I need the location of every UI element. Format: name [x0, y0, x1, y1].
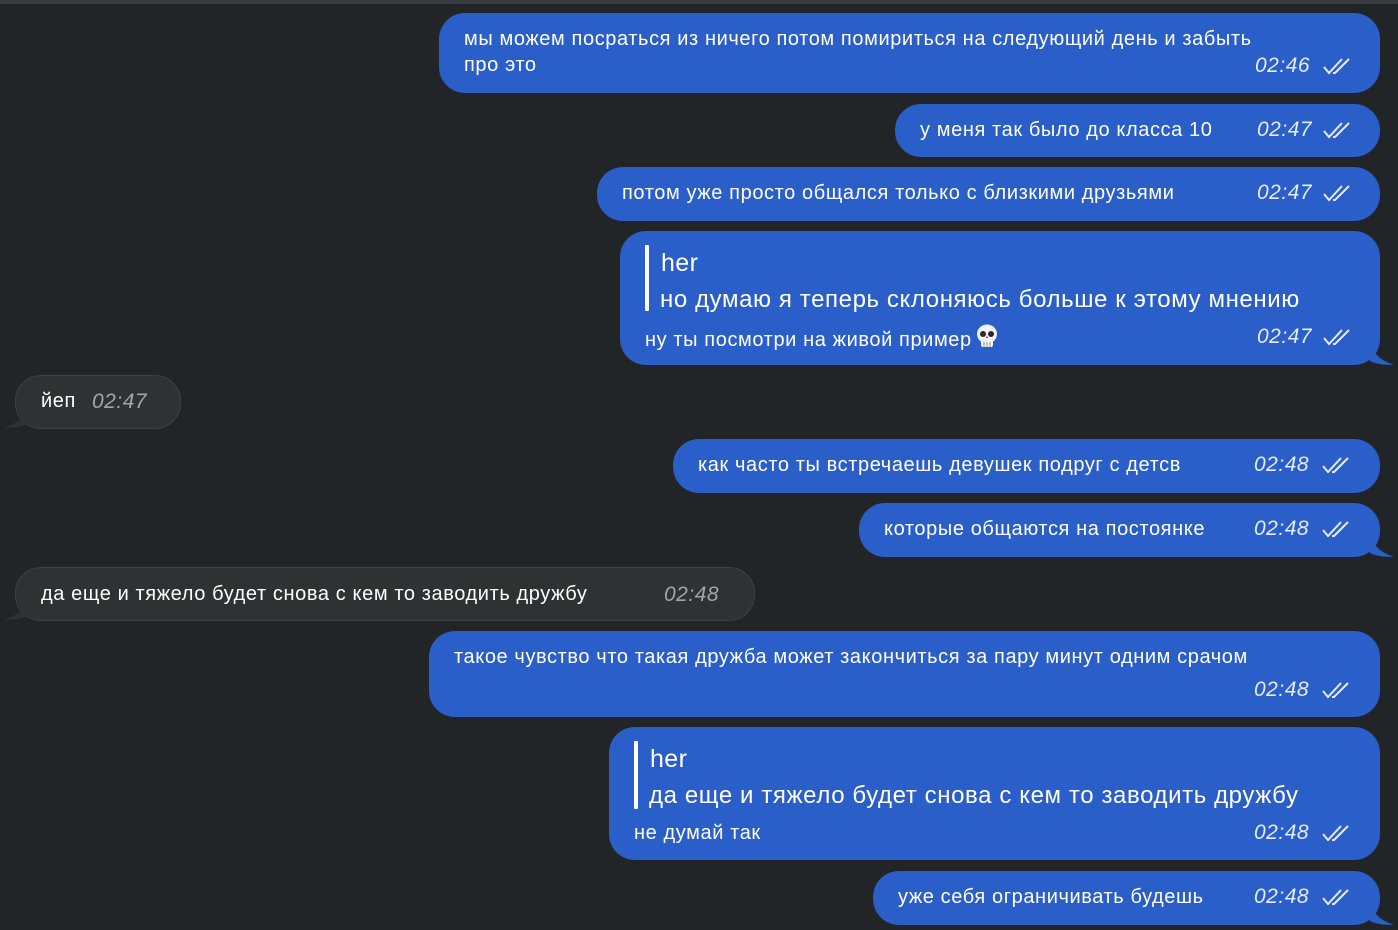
message-time: 02:47	[92, 390, 148, 413]
message-text: потом уже просто общался только с близки…	[622, 182, 1175, 204]
double-check-icon	[1323, 185, 1350, 202]
message-text: как часто ты встречаешь девушек подруг с…	[698, 454, 1181, 476]
message-time: 02:48	[1254, 678, 1310, 701]
reply-author: her	[650, 745, 688, 773]
message-outgoing[interactable]: уже себя ограничивать будешь 02:48	[873, 871, 1380, 925]
message-time: 02:48	[1254, 885, 1310, 908]
message-text: про это	[464, 54, 537, 76]
bubble-tail	[4, 406, 28, 428]
double-check-icon	[1323, 58, 1350, 75]
bubble-tail	[1370, 535, 1394, 557]
message-text: у меня так было до класса 10	[920, 119, 1213, 141]
double-check-icon	[1322, 682, 1349, 699]
reply-quote-bar	[634, 741, 638, 809]
bubble-tail	[4, 598, 28, 620]
message-time: 02:48	[664, 583, 720, 606]
message-time: 02:48	[1254, 821, 1310, 844]
message-incoming[interactable]: йеп 02:47	[15, 375, 181, 429]
message-outgoing[interactable]: которые общаются на постоянке 02:48	[859, 503, 1380, 557]
reply-author: her	[661, 249, 699, 277]
message-outgoing[interactable]: такое чувство что такая дружба может зак…	[429, 631, 1380, 717]
message-text: которые общаются на постоянке	[884, 518, 1206, 540]
bubble-tail	[1370, 903, 1394, 925]
top-divider	[0, 0, 1398, 4]
double-check-icon	[1322, 825, 1349, 842]
message-time: 02:48	[1254, 517, 1310, 540]
message-outgoing[interactable]: у меня так было до класса 10 02:47	[895, 104, 1380, 157]
message-outgoing[interactable]: мы можем посраться из ничего потом помир…	[439, 13, 1380, 93]
double-check-icon	[1323, 122, 1350, 139]
message-text: уже себя ограничивать будешь	[898, 886, 1204, 908]
double-check-icon	[1322, 889, 1349, 906]
message-incoming[interactable]: да еще и тяжело будет снова с кем то зав…	[15, 567, 755, 621]
message-text: не думай так	[634, 822, 761, 844]
message-text-content: ну ты посмотри на живой пример	[645, 329, 972, 351]
double-check-icon	[1323, 329, 1350, 346]
reply-quote-bar	[645, 245, 649, 311]
reply-text: да еще и тяжело будет снова с кем то зав…	[649, 782, 1299, 809]
message-text: да еще и тяжело будет снова с кем то зав…	[41, 583, 588, 605]
message-outgoing-reply[interactable]: her да еще и тяжело будет снова с кем то…	[609, 727, 1380, 860]
double-check-icon	[1322, 521, 1349, 538]
message-text: такое чувство что такая дружба может зак…	[454, 646, 1248, 668]
message-text: мы можем посраться из ничего потом помир…	[464, 28, 1252, 50]
message-time: 02:48	[1254, 453, 1310, 476]
reply-text: но думаю я теперь склоняюсь больше к это…	[660, 286, 1300, 313]
bubble-tail	[1370, 343, 1394, 365]
double-check-icon	[1322, 457, 1349, 474]
message-time: 02:47	[1257, 118, 1313, 141]
message-text: йеп	[41, 390, 76, 412]
message-text: ну ты посмотри на живой пример	[645, 323, 1000, 353]
message-time: 02:47	[1257, 181, 1313, 204]
message-time: 02:46	[1255, 54, 1311, 77]
message-outgoing-reply[interactable]: her но думаю я теперь склоняюсь больше к…	[620, 231, 1380, 365]
message-outgoing[interactable]: потом уже просто общался только с близки…	[597, 167, 1380, 221]
skull-emoji-icon	[976, 324, 997, 347]
message-time: 02:47	[1257, 325, 1313, 348]
message-outgoing[interactable]: как часто ты встречаешь девушек подруг с…	[673, 439, 1380, 493]
